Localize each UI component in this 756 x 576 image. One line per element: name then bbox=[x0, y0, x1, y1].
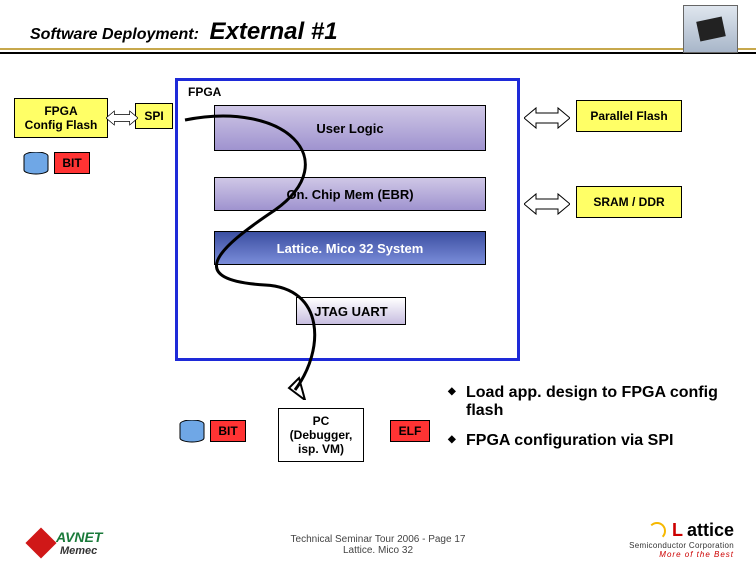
cylinder-icon bbox=[22, 152, 50, 176]
slide-title: Software Deployment: External #1 bbox=[30, 18, 686, 46]
divider-gold bbox=[0, 48, 756, 50]
bullet-item: FPGA configuration via SPI bbox=[448, 432, 738, 450]
user-logic-block: User Logic bbox=[214, 105, 486, 151]
fpga-config-flash-box: FPGA Config Flash bbox=[14, 98, 108, 138]
fpga-label: FPGA bbox=[188, 85, 221, 99]
fpga-container: FPGA User Logic On. Chip Mem (EBR) Latti… bbox=[175, 78, 520, 361]
lattice-system-label: Lattice. Mico 32 System bbox=[277, 241, 424, 256]
jtag-uart-block: JTAG UART bbox=[296, 297, 406, 325]
title-main: External #1 bbox=[209, 18, 337, 45]
footer-line2: Lattice. Mico 32 bbox=[343, 545, 413, 556]
bit-left-box: BIT bbox=[54, 152, 90, 174]
footer-line1: Technical Seminar Tour 2006 - Page 17 bbox=[291, 534, 466, 545]
lattice-rest: attice bbox=[687, 520, 734, 541]
lattice-sub: Semiconductor Corporation bbox=[594, 541, 734, 550]
lattice-system-block: Lattice. Mico 32 System bbox=[214, 231, 486, 265]
parallel-flash-box: Parallel Flash bbox=[576, 100, 682, 132]
diamond-icon bbox=[25, 527, 56, 558]
lattice-logo: Lattice Semiconductor Corporation More o… bbox=[594, 520, 734, 562]
elf-box: ELF bbox=[390, 420, 430, 442]
pc-box: PC (Debugger, isp. VM) bbox=[278, 408, 364, 462]
divider-black bbox=[0, 52, 756, 54]
bullet-item: Load app. design to FPGA config flash bbox=[448, 384, 738, 420]
swoosh-icon bbox=[648, 522, 666, 540]
chip-icon bbox=[683, 5, 738, 53]
spi-box: SPI bbox=[135, 103, 173, 129]
sram-ddr-box: SRAM / DDR bbox=[576, 186, 682, 218]
onchip-mem-label: On. Chip Mem (EBR) bbox=[286, 187, 413, 202]
double-arrow-icon bbox=[106, 104, 138, 132]
jtag-uart-label: JTAG UART bbox=[314, 304, 387, 319]
bit-bottom-box: BIT bbox=[210, 420, 246, 442]
user-logic-label: User Logic bbox=[316, 121, 383, 136]
memec-text: Memec bbox=[60, 545, 102, 557]
avnet-logo: AVNET Memec bbox=[30, 528, 150, 558]
bullet-list: Load app. design to FPGA config flash FP… bbox=[448, 384, 738, 462]
double-arrow-icon bbox=[524, 104, 570, 132]
avnet-text: AVNET bbox=[56, 529, 102, 545]
double-arrow-icon bbox=[524, 190, 570, 218]
lattice-tag: More of the Best bbox=[594, 550, 734, 559]
title-prefix: Software Deployment: bbox=[30, 26, 199, 43]
lattice-l: L bbox=[672, 520, 683, 541]
cylinder-icon bbox=[178, 420, 206, 444]
onchip-mem-block: On. Chip Mem (EBR) bbox=[214, 177, 486, 211]
